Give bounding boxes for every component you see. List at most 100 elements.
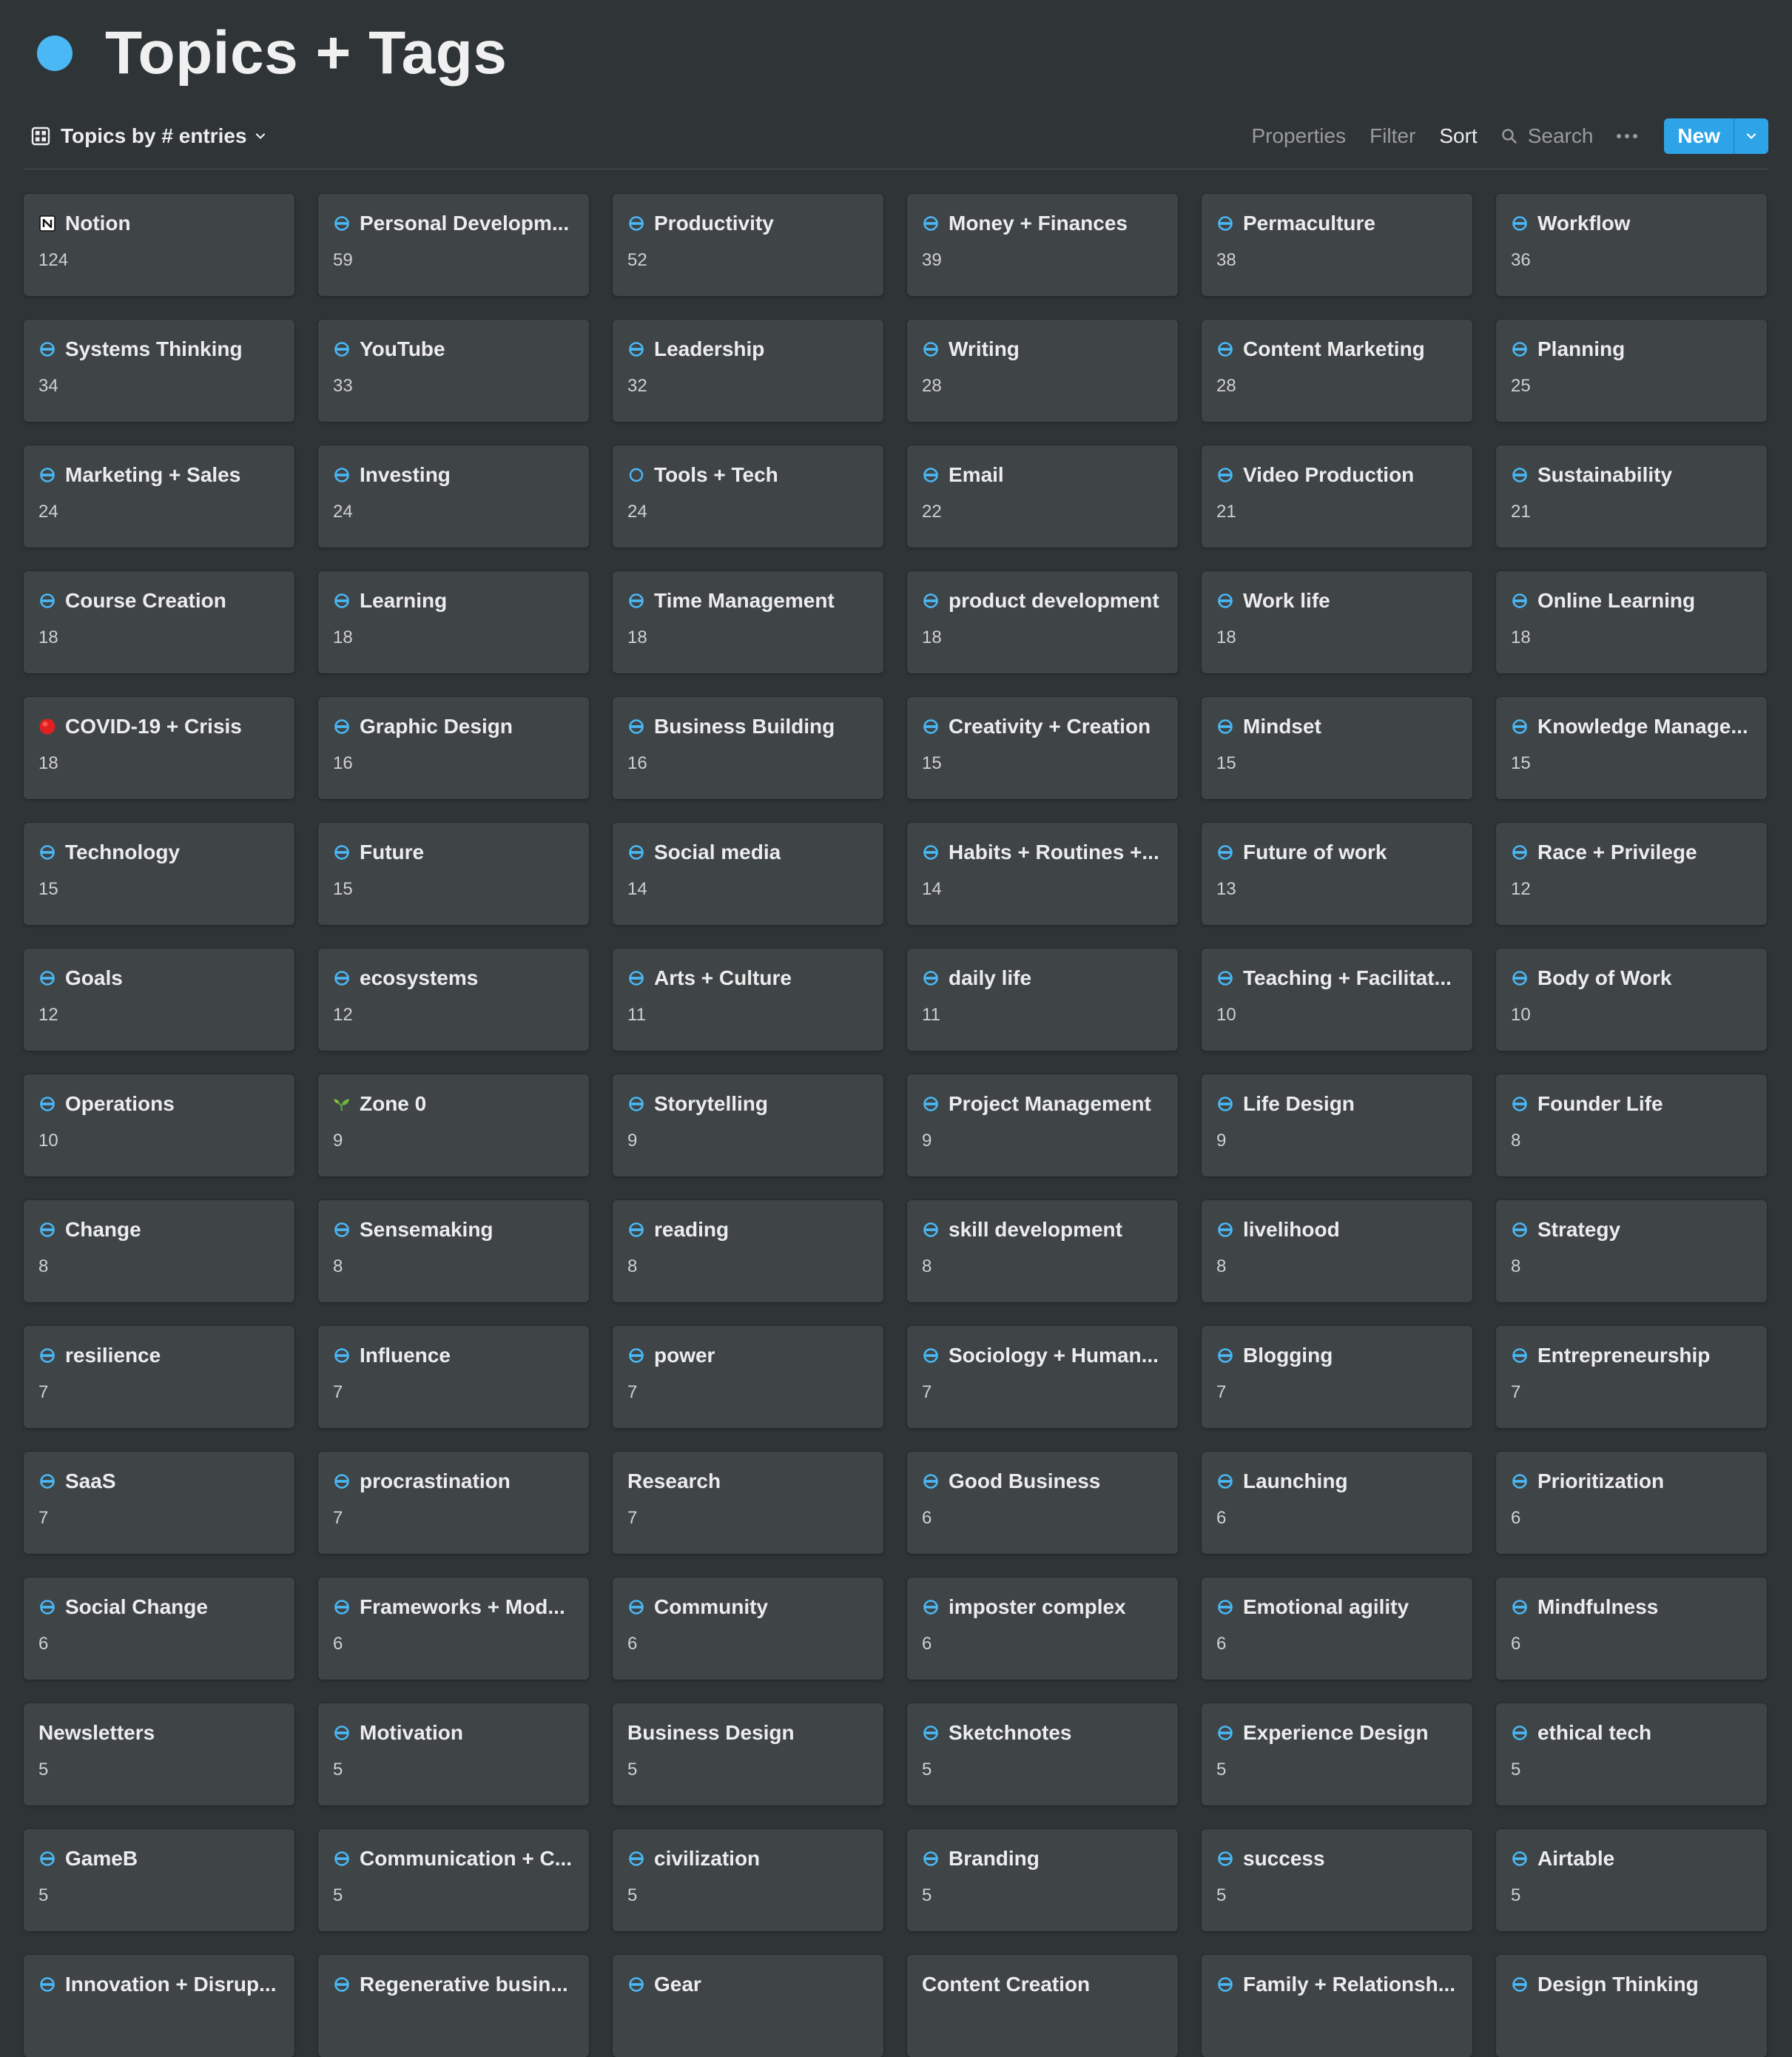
gallery-card[interactable]: Change 8 xyxy=(24,1200,294,1302)
gallery-card[interactable]: Leadership 32 xyxy=(613,320,883,422)
gallery-card[interactable]: Money + Finances 39 xyxy=(907,194,1178,296)
gallery-card[interactable]: GameB 5 xyxy=(24,1829,294,1931)
gallery-card[interactable]: Online Learning 18 xyxy=(1496,571,1767,673)
new-button[interactable]: New xyxy=(1664,118,1734,154)
gallery-card[interactable]: SaaS 7 xyxy=(24,1452,294,1554)
gallery-card[interactable]: Permaculture 38 xyxy=(1202,194,1472,296)
gallery-card[interactable]: Body of Work 10 xyxy=(1496,949,1767,1051)
gallery-card[interactable]: Time Management 18 xyxy=(613,571,883,673)
gallery-card[interactable]: Workflow 36 xyxy=(1496,194,1767,296)
gallery-card[interactable]: daily life 11 xyxy=(907,949,1178,1051)
gallery-card[interactable]: Productivity 52 xyxy=(613,194,883,296)
gallery-card[interactable]: Sensemaking 8 xyxy=(318,1200,589,1302)
gallery-card[interactable]: Social media 14 xyxy=(613,823,883,925)
gallery-card[interactable]: YouTube 33 xyxy=(318,320,589,422)
gallery-card[interactable]: Systems Thinking 34 xyxy=(24,320,294,422)
gallery-card[interactable]: Communication + C... 5 xyxy=(318,1829,589,1931)
gallery-card[interactable]: Research 7 xyxy=(613,1452,883,1554)
gallery-card[interactable]: success 5 xyxy=(1202,1829,1472,1931)
gallery-card[interactable]: Habits + Routines +... 14 xyxy=(907,823,1178,925)
gallery-card[interactable]: Prioritization 6 xyxy=(1496,1452,1767,1554)
gallery-card[interactable]: Influence 7 xyxy=(318,1326,589,1428)
gallery-card[interactable]: Motivation 5 xyxy=(318,1703,589,1805)
gallery-card[interactable]: Investing 24 xyxy=(318,445,589,548)
gallery-card[interactable]: ethical tech 5 xyxy=(1496,1703,1767,1805)
gallery-card[interactable]: Sustainability 21 xyxy=(1496,445,1767,548)
gallery-card[interactable]: product development 18 xyxy=(907,571,1178,673)
gallery-card[interactable]: Blogging 7 xyxy=(1202,1326,1472,1428)
view-switcher[interactable]: Topics by # entries xyxy=(24,124,266,148)
gallery-card[interactable]: Zone 0 9 xyxy=(318,1074,589,1176)
gallery-card[interactable]: Video Production 21 xyxy=(1202,445,1472,548)
gallery-card[interactable]: Knowledge Manage... 15 xyxy=(1496,697,1767,799)
gallery-card[interactable]: Storytelling 9 xyxy=(613,1074,883,1176)
gallery-card[interactable]: Teaching + Facilitat... 10 xyxy=(1202,949,1472,1051)
gallery-card[interactable]: Future of work 13 xyxy=(1202,823,1472,925)
gallery-card[interactable]: Mindset 15 xyxy=(1202,697,1472,799)
gallery-card[interactable]: Planning 25 xyxy=(1496,320,1767,422)
gallery-card[interactable]: Community 6 xyxy=(613,1578,883,1680)
properties-button[interactable]: Properties xyxy=(1251,124,1346,148)
gallery-card[interactable]: Entrepreneurship 7 xyxy=(1496,1326,1767,1428)
gallery-card[interactable]: Emotional agility 6 xyxy=(1202,1578,1472,1680)
gallery-card[interactable]: Technology 15 xyxy=(24,823,294,925)
gallery-card[interactable]: Work life 18 xyxy=(1202,571,1472,673)
gallery-card[interactable]: Project Management 9 xyxy=(907,1074,1178,1176)
gallery-card[interactable]: Airtable 5 xyxy=(1496,1829,1767,1931)
gallery-card[interactable]: Race + Privilege 12 xyxy=(1496,823,1767,925)
blue-circle-icon[interactable] xyxy=(37,36,73,71)
gallery-card[interactable]: Tools + Tech 24 xyxy=(613,445,883,548)
gallery-card[interactable]: Creativity + Creation 15 xyxy=(907,697,1178,799)
gallery-card[interactable]: procrastination 7 xyxy=(318,1452,589,1554)
gallery-card[interactable]: Goals 12 xyxy=(24,949,294,1051)
gallery-card[interactable]: resilience 7 xyxy=(24,1326,294,1428)
gallery-card[interactable]: Life Design 9 xyxy=(1202,1074,1472,1176)
gallery-card[interactable]: Branding 5 xyxy=(907,1829,1178,1931)
gallery-card[interactable]: Good Business 6 xyxy=(907,1452,1178,1554)
gallery-card[interactable]: Experience Design 5 xyxy=(1202,1703,1472,1805)
gallery-card[interactable]: Business Design 5 xyxy=(613,1703,883,1805)
gallery-card[interactable]: Business Building 16 xyxy=(613,697,883,799)
gallery-card[interactable]: Personal Developm... 59 xyxy=(318,194,589,296)
gallery-card[interactable]: Sketchnotes 5 xyxy=(907,1703,1178,1805)
gallery-card[interactable]: Innovation + Disrup... xyxy=(24,1955,294,2057)
gallery-card[interactable]: Notion 124 xyxy=(24,194,294,296)
gallery-card[interactable]: reading 8 xyxy=(613,1200,883,1302)
sort-button[interactable]: Sort xyxy=(1439,124,1477,148)
gallery-card[interactable]: Marketing + Sales 24 xyxy=(24,445,294,548)
gallery-card[interactable]: Gear xyxy=(613,1955,883,2057)
gallery-card[interactable]: COVID-19 + Crisis 18 xyxy=(24,697,294,799)
gallery-card[interactable]: Content Creation xyxy=(907,1955,1178,2057)
gallery-card[interactable]: Content Marketing 28 xyxy=(1202,320,1472,422)
gallery-card[interactable]: Founder Life 8 xyxy=(1496,1074,1767,1176)
gallery-card[interactable]: Mindfulness 6 xyxy=(1496,1578,1767,1680)
gallery-card[interactable]: power 7 xyxy=(613,1326,883,1428)
gallery-card[interactable]: Social Change 6 xyxy=(24,1578,294,1680)
gallery-card[interactable]: livelihood 8 xyxy=(1202,1200,1472,1302)
gallery-card[interactable]: Design Thinking xyxy=(1496,1955,1767,2057)
new-dropdown-button[interactable] xyxy=(1734,118,1768,154)
gallery-card[interactable]: Learning 18 xyxy=(318,571,589,673)
filter-button[interactable]: Filter xyxy=(1370,124,1415,148)
gallery-card[interactable]: Writing 28 xyxy=(907,320,1178,422)
gallery-card[interactable]: Operations 10 xyxy=(24,1074,294,1176)
gallery-card[interactable]: Email 22 xyxy=(907,445,1178,548)
gallery-card[interactable]: skill development 8 xyxy=(907,1200,1178,1302)
search-button[interactable]: Search xyxy=(1501,124,1593,148)
gallery-card[interactable]: Frameworks + Mod... 6 xyxy=(318,1578,589,1680)
more-options-icon[interactable] xyxy=(1615,124,1639,148)
gallery-card[interactable]: Regenerative busin... xyxy=(318,1955,589,2057)
gallery-card[interactable]: Newsletters 5 xyxy=(24,1703,294,1805)
gallery-card[interactable]: Graphic Design 16 xyxy=(318,697,589,799)
gallery-card[interactable]: civilization 5 xyxy=(613,1829,883,1931)
gallery-card[interactable]: Sociology + Human... 7 xyxy=(907,1326,1178,1428)
page-title[interactable]: Topics + Tags xyxy=(105,18,507,88)
gallery-card[interactable]: Future 15 xyxy=(318,823,589,925)
gallery-card[interactable]: Strategy 8 xyxy=(1496,1200,1767,1302)
gallery-card[interactable]: Arts + Culture 11 xyxy=(613,949,883,1051)
gallery-card[interactable]: Launching 6 xyxy=(1202,1452,1472,1554)
gallery-card[interactable]: imposter complex 6 xyxy=(907,1578,1178,1680)
gallery-card[interactable]: Family + Relationsh... xyxy=(1202,1955,1472,2057)
gallery-card[interactable]: Course Creation 18 xyxy=(24,571,294,673)
gallery-card[interactable]: ecosystems 12 xyxy=(318,949,589,1051)
